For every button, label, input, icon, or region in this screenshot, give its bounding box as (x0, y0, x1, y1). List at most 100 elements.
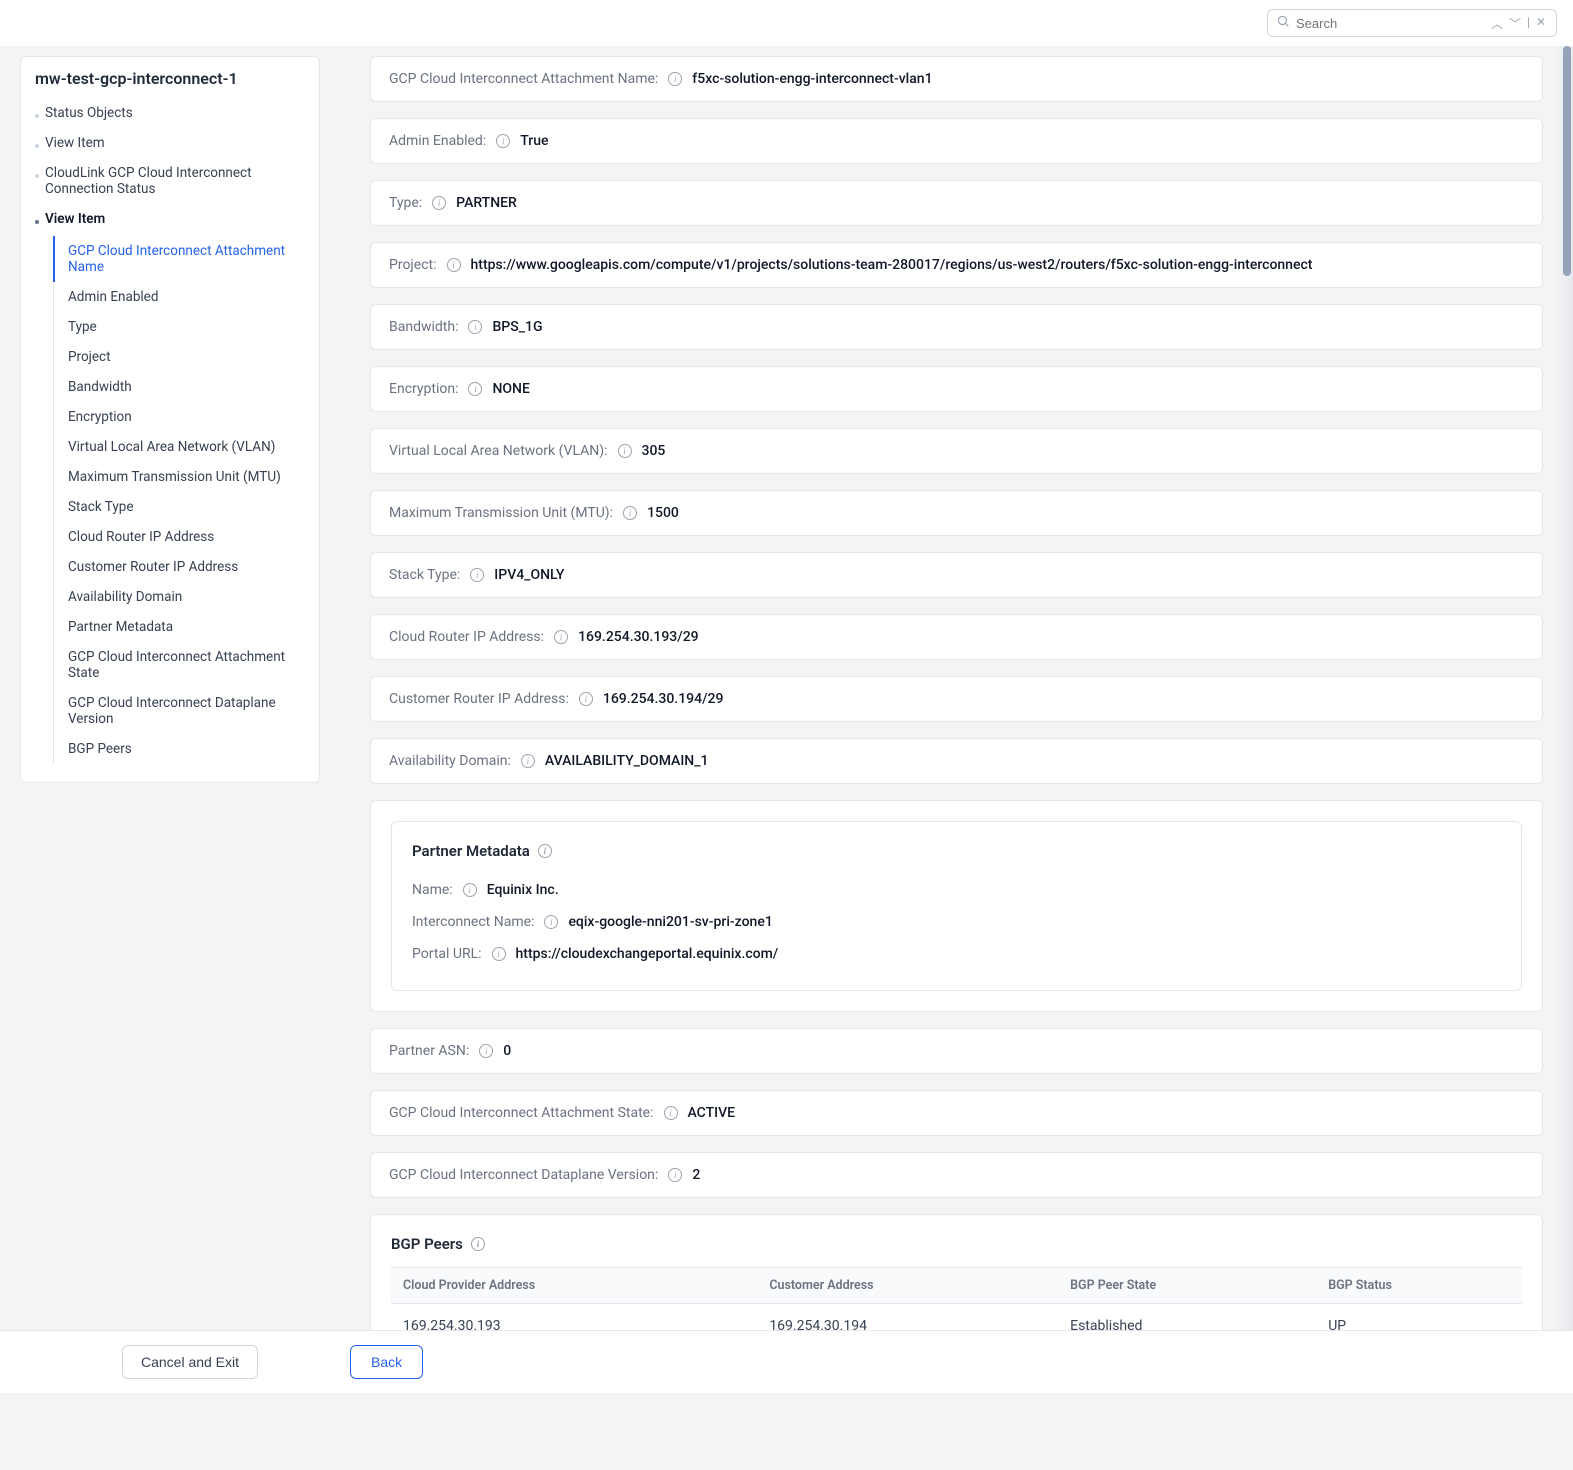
col-customer-address: Customer Address (757, 1268, 1058, 1304)
value-attachment-state: ACTIVE (688, 1105, 736, 1121)
row-bandwidth: Bandwidth: i BPS_1G (370, 304, 1543, 350)
sidebar-sub-partner-metadata[interactable]: Partner Metadata (54, 612, 305, 642)
sidebar-sublist: GCP Cloud Interconnect Attachment Name A… (53, 236, 305, 764)
row-availability-domain: Availability Domain: i AVAILABILITY_DOMA… (370, 738, 1543, 784)
info-icon[interactable]: i (468, 382, 482, 396)
info-icon[interactable]: i (492, 947, 506, 961)
row-partner-asn: Partner ASN: i 0 (370, 1028, 1543, 1074)
sidebar-sub-attachment-state[interactable]: GCP Cloud Interconnect Attachment State (54, 642, 305, 688)
search-box[interactable]: ︿ ﹀ | ✕ (1267, 9, 1557, 37)
sidebar-title: mw-test-gcp-interconnect-1 (35, 69, 305, 88)
value-dataplane-version: 2 (692, 1167, 700, 1183)
info-icon[interactable]: i (468, 320, 482, 334)
main-content: GCP Cloud Interconnect Attachment Name: … (340, 46, 1573, 1390)
topbar: ︿ ﹀ | ✕ (0, 0, 1573, 46)
value-availability-domain: AVAILABILITY_DOMAIN_1 (545, 753, 709, 769)
info-icon[interactable]: i (447, 258, 461, 272)
search-divider: | (1525, 15, 1532, 32)
info-icon[interactable]: i (463, 883, 477, 897)
sidebar-sub-stack-type[interactable]: Stack Type (54, 492, 305, 522)
value-bandwidth: BPS_1G (492, 319, 542, 335)
info-icon[interactable]: i (554, 630, 568, 644)
label-type: Type: (389, 195, 422, 211)
label-interconnect-name: Interconnect Name: (412, 914, 534, 930)
value-interconnect-name: eqix-google-nni201-sv-pri-zone1 (568, 914, 772, 930)
sidebar-sub-admin-enabled[interactable]: Admin Enabled (54, 282, 305, 312)
search-next-icon[interactable]: ﹀ (1507, 15, 1523, 32)
row-mtu: Maximum Transmission Unit (MTU): i 1500 (370, 490, 1543, 536)
info-icon[interactable]: i (470, 568, 484, 582)
info-icon[interactable]: i (479, 1044, 493, 1058)
info-icon[interactable]: i (471, 1237, 485, 1251)
info-icon[interactable]: i (544, 915, 558, 929)
value-attachment-name: f5xc-solution-engg-interconnect-vlan1 (692, 71, 932, 87)
partner-metadata-title: Partner Metadata i (412, 842, 1501, 860)
scrollbar[interactable] (1557, 46, 1573, 1333)
partner-portal-row: Portal URL: i https://cloudexchangeporta… (412, 938, 1501, 970)
row-vlan: Virtual Local Area Network (VLAN): i 305 (370, 428, 1543, 474)
info-icon[interactable]: i (496, 134, 510, 148)
sidebar-sub-vlan[interactable]: Virtual Local Area Network (VLAN) (54, 432, 305, 462)
value-customer-router-ip: 169.254.30.194/29 (603, 691, 724, 707)
row-cloud-router-ip: Cloud Router IP Address: i 169.254.30.19… (370, 614, 1543, 660)
sidebar-sub-cloud-router-ip[interactable]: Cloud Router IP Address (54, 522, 305, 552)
value-partner-name: Equinix Inc. (487, 882, 559, 898)
cancel-button[interactable]: Cancel and Exit (122, 1345, 258, 1379)
info-icon[interactable]: i (668, 1168, 682, 1182)
info-icon[interactable]: i (538, 844, 552, 858)
label-partner-asn: Partner ASN: (389, 1043, 469, 1059)
row-project: Project: i https://www.googleapis.com/co… (370, 242, 1543, 288)
value-partner-asn: 0 (503, 1043, 511, 1059)
sidebar-sub-customer-router-ip[interactable]: Customer Router IP Address (54, 552, 305, 582)
label-admin-enabled: Admin Enabled: (389, 133, 486, 149)
value-admin-enabled: True (520, 133, 548, 149)
label-customer-router-ip: Customer Router IP Address: (389, 691, 569, 707)
footer-bar: Cancel and Exit Back (0, 1330, 1573, 1393)
value-mtu: 1500 (647, 505, 679, 521)
row-encryption: Encryption: i NONE (370, 366, 1543, 412)
search-input[interactable] (1296, 16, 1479, 31)
back-button[interactable]: Back (350, 1345, 423, 1379)
label-availability-domain: Availability Domain: (389, 753, 511, 769)
label-attachment-name: GCP Cloud Interconnect Attachment Name: (389, 71, 658, 87)
info-icon[interactable]: i (668, 72, 682, 86)
partner-metadata-panel: Partner Metadata i Name: i Equinix Inc. … (370, 800, 1543, 1012)
info-icon[interactable]: i (579, 692, 593, 706)
sidebar-item-conn-status[interactable]: CloudLink GCP Cloud Interconnect Connect… (35, 158, 305, 204)
sidebar-sub-attachment-name[interactable]: GCP Cloud Interconnect Attachment Name (53, 236, 305, 282)
sidebar-item-view-item-2[interactable]: View Item (35, 204, 305, 234)
value-portal-url: https://cloudexchangeportal.equinix.com/ (516, 946, 779, 962)
sidebar-sub-bandwidth[interactable]: Bandwidth (54, 372, 305, 402)
info-icon[interactable]: i (618, 444, 632, 458)
info-icon[interactable]: i (664, 1106, 678, 1120)
sidebar-sub-mtu[interactable]: Maximum Transmission Unit (MTU) (54, 462, 305, 492)
sidebar-sub-dataplane-version[interactable]: GCP Cloud Interconnect Dataplane Version (54, 688, 305, 734)
row-type: Type: i PARTNER (370, 180, 1543, 226)
value-project: https://www.googleapis.com/compute/v1/pr… (471, 257, 1313, 273)
label-portal-url: Portal URL: (412, 946, 482, 962)
search-prev-icon[interactable]: ︿ (1489, 15, 1505, 32)
label-bandwidth: Bandwidth: (389, 319, 458, 335)
sidebar-sub-bgp-peers[interactable]: BGP Peers (54, 734, 305, 764)
row-dataplane-version: GCP Cloud Interconnect Dataplane Version… (370, 1152, 1543, 1198)
col-cloud-provider-address: Cloud Provider Address (391, 1268, 757, 1304)
sidebar-sub-type[interactable]: Type (54, 312, 305, 342)
scrollbar-thumb[interactable] (1563, 46, 1571, 276)
info-icon[interactable]: i (521, 754, 535, 768)
sidebar-sub-project[interactable]: Project (54, 342, 305, 372)
value-type: PARTNER (456, 195, 517, 211)
value-cloud-router-ip: 169.254.30.193/29 (578, 629, 699, 645)
search-close-icon[interactable]: ✕ (1534, 15, 1548, 32)
info-icon[interactable]: i (432, 196, 446, 210)
sidebar-sub-availability-domain[interactable]: Availability Domain (54, 582, 305, 612)
sidebar-item-status-objects[interactable]: Status Objects (35, 98, 305, 128)
search-icon (1276, 14, 1290, 32)
row-attachment-state: GCP Cloud Interconnect Attachment State:… (370, 1090, 1543, 1136)
row-admin-enabled: Admin Enabled: i True (370, 118, 1543, 164)
sidebar-item-view-item-1[interactable]: View Item (35, 128, 305, 158)
row-stack-type: Stack Type: i IPV4_ONLY (370, 552, 1543, 598)
bgp-peers-title: BGP Peers i (391, 1235, 1522, 1253)
info-icon[interactable]: i (623, 506, 637, 520)
sidebar-sub-encryption[interactable]: Encryption (54, 402, 305, 432)
row-attachment-name: GCP Cloud Interconnect Attachment Name: … (370, 56, 1543, 102)
